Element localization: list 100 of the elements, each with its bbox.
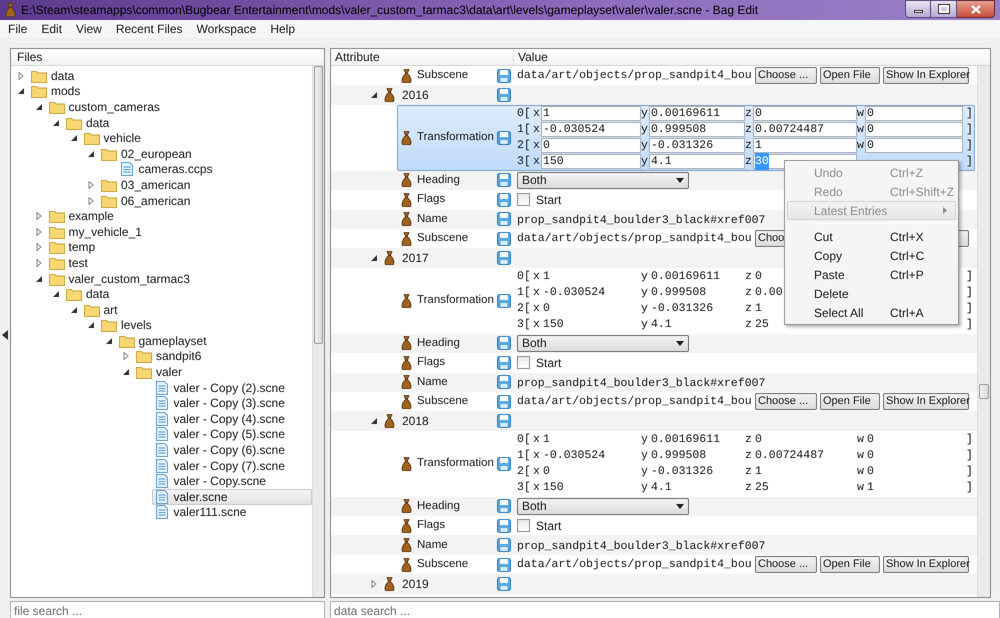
path-value: data/art/objects/prop_sandpit4_bou <box>517 556 753 573</box>
axis-label: x <box>533 432 540 448</box>
matrix-value: 150 <box>543 317 564 334</box>
row-index: 1[ <box>517 122 532 138</box>
axis-label: x <box>533 285 540 302</box>
axis-label: z <box>745 301 752 318</box>
matrix-value: 1 <box>543 432 550 448</box>
row-index: 3[ <box>517 154 532 170</box>
axis-label: x <box>533 480 540 496</box>
checkbox-label: Start <box>536 354 562 372</box>
path-value: data/art/objects/prop_sandpit4_bou <box>517 231 753 248</box>
axis-label: y <box>641 122 648 138</box>
matrix-value: 0 <box>543 301 550 318</box>
axis-label: z <box>745 122 752 138</box>
closing-bracket: ] <box>966 464 973 480</box>
name-value: prop_sandpit4_boulder3_black#xref007 <box>517 214 766 227</box>
row-index: 1[ <box>517 448 532 464</box>
matrix-value: 0.00169611 <box>651 432 720 448</box>
axis-label: y <box>641 317 648 334</box>
axis-label: z <box>745 464 752 480</box>
row-index: 3[ <box>517 480 532 496</box>
axis-label: z <box>745 138 752 154</box>
axis-label: z <box>745 154 752 170</box>
matrix-value: 0 <box>755 432 762 448</box>
window-title: E:\Steam\steamapps\common\Bugbear Entertainment\mods\valer_custom_tarmac3\data\art\levels\gameplayset\valer\valer.scne - Bag Edit <box>21 2 758 19</box>
axis-label: y <box>641 301 648 318</box>
axis-label: x <box>533 106 540 122</box>
row-index: 3[ <box>517 317 532 334</box>
axis-label: y <box>641 106 648 122</box>
matrix-value: 0.00169611 <box>651 269 720 286</box>
closing-bracket: ] <box>966 285 973 302</box>
column-header: Files <box>11 49 324 66</box>
axis-label: y <box>641 154 648 170</box>
row-index: 2[ <box>517 138 532 154</box>
matrix-value: 1 <box>867 480 874 496</box>
matrix-value: 4.1 <box>651 480 672 496</box>
axis-label: z <box>745 317 752 334</box>
axis-label: w <box>857 432 864 448</box>
closing-bracket: ] <box>966 301 973 318</box>
axis-label: x <box>533 464 540 480</box>
closing-bracket: ] <box>966 154 973 170</box>
matrix-value: 1 <box>543 269 550 286</box>
name-value: prop_sandpit4_boulder3_black#xref007 <box>517 376 766 390</box>
row-index: 0[ <box>517 269 532 286</box>
matrix-value: 0 <box>543 464 550 480</box>
axis-label: w <box>857 106 864 122</box>
axis-label: z <box>745 432 752 448</box>
matrix-value: 25 <box>755 480 769 496</box>
path-value: data/art/objects/prop_sandpit4_bou <box>517 394 753 410</box>
row-index: 1[ <box>517 285 532 302</box>
matrix-value: 0.999508 <box>651 448 706 464</box>
row-index: 0[ <box>517 432 532 448</box>
axis-label: z <box>745 106 752 122</box>
axis-label: z <box>745 448 752 464</box>
matrix-value: -0.030524 <box>543 448 606 464</box>
axis-label: z <box>745 285 752 302</box>
matrix-value: -0.031326 <box>651 301 714 318</box>
matrix-value: 0 <box>755 269 762 286</box>
axis-label: w <box>857 138 864 154</box>
axis-label: z <box>745 480 752 496</box>
axis-label: y <box>641 432 648 448</box>
matrix-value: 1 <box>755 301 762 318</box>
row-index: 2[ <box>517 301 532 318</box>
axis-label: y <box>641 269 648 286</box>
closing-bracket: ] <box>966 317 973 334</box>
closing-bracket: ] <box>966 106 973 122</box>
matrix-value: 150 <box>543 480 564 496</box>
matrix-value: 4.1 <box>651 317 672 334</box>
closing-bracket: ] <box>966 432 973 448</box>
axis-label: y <box>641 464 648 480</box>
path-value: data/art/objects/prop_sandpit4_bou <box>517 68 753 84</box>
axis-label: y <box>641 285 648 302</box>
axis-label: x <box>533 317 540 334</box>
matrix-value: 0.00724487 <box>755 448 824 464</box>
matrix-value: -0.030524 <box>543 285 606 302</box>
matrix-value: 0 <box>867 464 874 480</box>
matrix-value: 1 <box>755 464 762 480</box>
axis-label: x <box>533 122 540 138</box>
axis-label: x <box>533 154 540 170</box>
axis-label: y <box>641 138 648 154</box>
row-index: 0[ <box>517 106 532 122</box>
name-value: prop_sandpit4_boulder3_black#xref007 <box>517 540 766 553</box>
matrix-value: 0 <box>867 448 874 464</box>
axis-label: y <box>641 480 648 496</box>
axis-label: y <box>641 448 648 464</box>
closing-bracket: ] <box>966 480 973 496</box>
closing-bracket: ] <box>966 269 973 286</box>
axis-label: z <box>745 269 752 286</box>
closing-bracket: ] <box>966 448 973 464</box>
matrix-value: 0 <box>867 432 874 448</box>
row-index: 2[ <box>517 464 532 480</box>
axis-label: x <box>533 269 540 286</box>
attribute-label: Transformation <box>417 130 494 146</box>
axis-label: w <box>857 448 864 464</box>
checkbox-label: Start <box>536 518 562 535</box>
axis-label: w <box>857 464 864 480</box>
axis-label: w <box>857 480 864 496</box>
closing-bracket: ] <box>966 138 973 154</box>
matrix-value: 25 <box>755 317 769 334</box>
checkbox-label: Start <box>536 192 562 209</box>
